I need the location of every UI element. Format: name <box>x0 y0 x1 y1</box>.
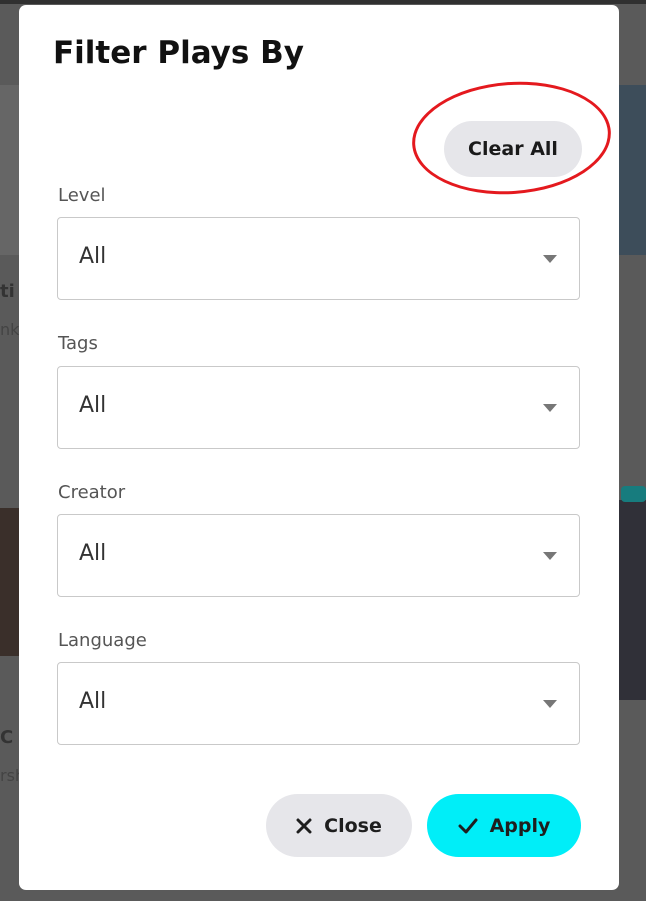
check-icon <box>458 818 478 834</box>
background-card-image <box>619 500 646 700</box>
caret-down-icon <box>543 255 557 263</box>
clear-all-button[interactable]: Clear All <box>444 121 582 177</box>
tags-select[interactable]: All <box>57 366 580 449</box>
level-select-value: All <box>79 244 107 269</box>
apply-button-label: Apply <box>489 814 551 837</box>
creator-select[interactable]: All <box>57 514 580 597</box>
creator-label: Creator <box>58 482 126 503</box>
close-button-label: Close <box>324 814 382 837</box>
x-icon <box>296 818 312 834</box>
language-select-value: All <box>79 689 107 714</box>
background-card-image <box>0 508 19 656</box>
level-select[interactable]: All <box>57 217 580 300</box>
background-card-title: ti <box>0 281 15 302</box>
close-button[interactable]: Close <box>266 794 412 857</box>
level-label: Level <box>58 185 106 206</box>
background-badge <box>621 486 646 502</box>
background-card-subtitle: nk <box>0 320 20 339</box>
background-topbar <box>0 0 646 4</box>
caret-down-icon <box>543 552 557 560</box>
background-card-title: C <box>0 727 14 748</box>
caret-down-icon <box>543 700 557 708</box>
modal-title: Filter Plays By <box>53 35 304 71</box>
language-label: Language <box>58 630 147 651</box>
apply-button[interactable]: Apply <box>427 794 581 857</box>
background-card-image <box>619 85 646 255</box>
background-card-image <box>0 85 19 255</box>
tags-select-value: All <box>79 393 107 418</box>
caret-down-icon <box>543 404 557 412</box>
tags-label: Tags <box>58 333 98 354</box>
filter-modal: Filter Plays By Clear All Level All Tags… <box>19 5 619 890</box>
language-select[interactable]: All <box>57 662 580 745</box>
creator-select-value: All <box>79 541 107 566</box>
